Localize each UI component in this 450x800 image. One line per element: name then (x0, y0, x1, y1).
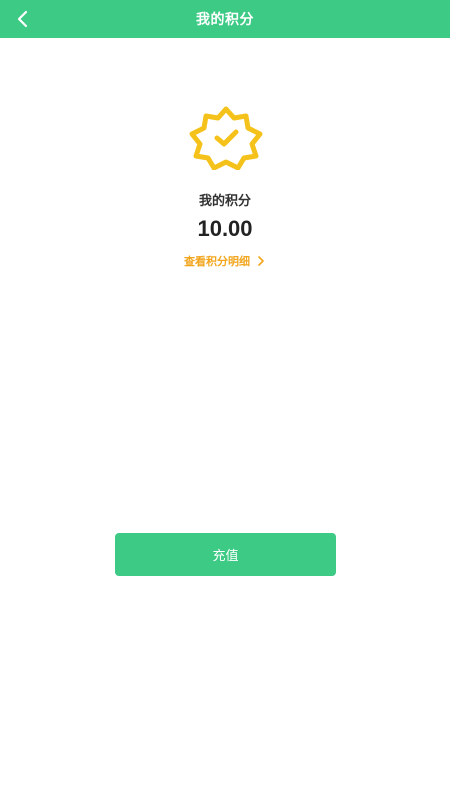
top-bar: 我的积分 (0, 0, 450, 38)
chevron-right-icon (258, 256, 264, 266)
recharge-button[interactable]: 充值 (115, 533, 336, 576)
points-label: 我的积分 (198, 194, 251, 209)
points-value: 10.00 (197, 216, 253, 241)
points-page: 我的积分 我的积分 10.00 查看积分明细 充值 (0, 0, 450, 800)
back-button[interactable] (6, 0, 40, 38)
detail-link-label: 查看积分明细 (184, 255, 250, 268)
verified-badge-icon (189, 106, 263, 170)
page-title: 我的积分 (196, 12, 254, 28)
chevron-left-icon (17, 10, 28, 28)
view-points-detail-link[interactable]: 查看积分明细 (0, 253, 450, 269)
